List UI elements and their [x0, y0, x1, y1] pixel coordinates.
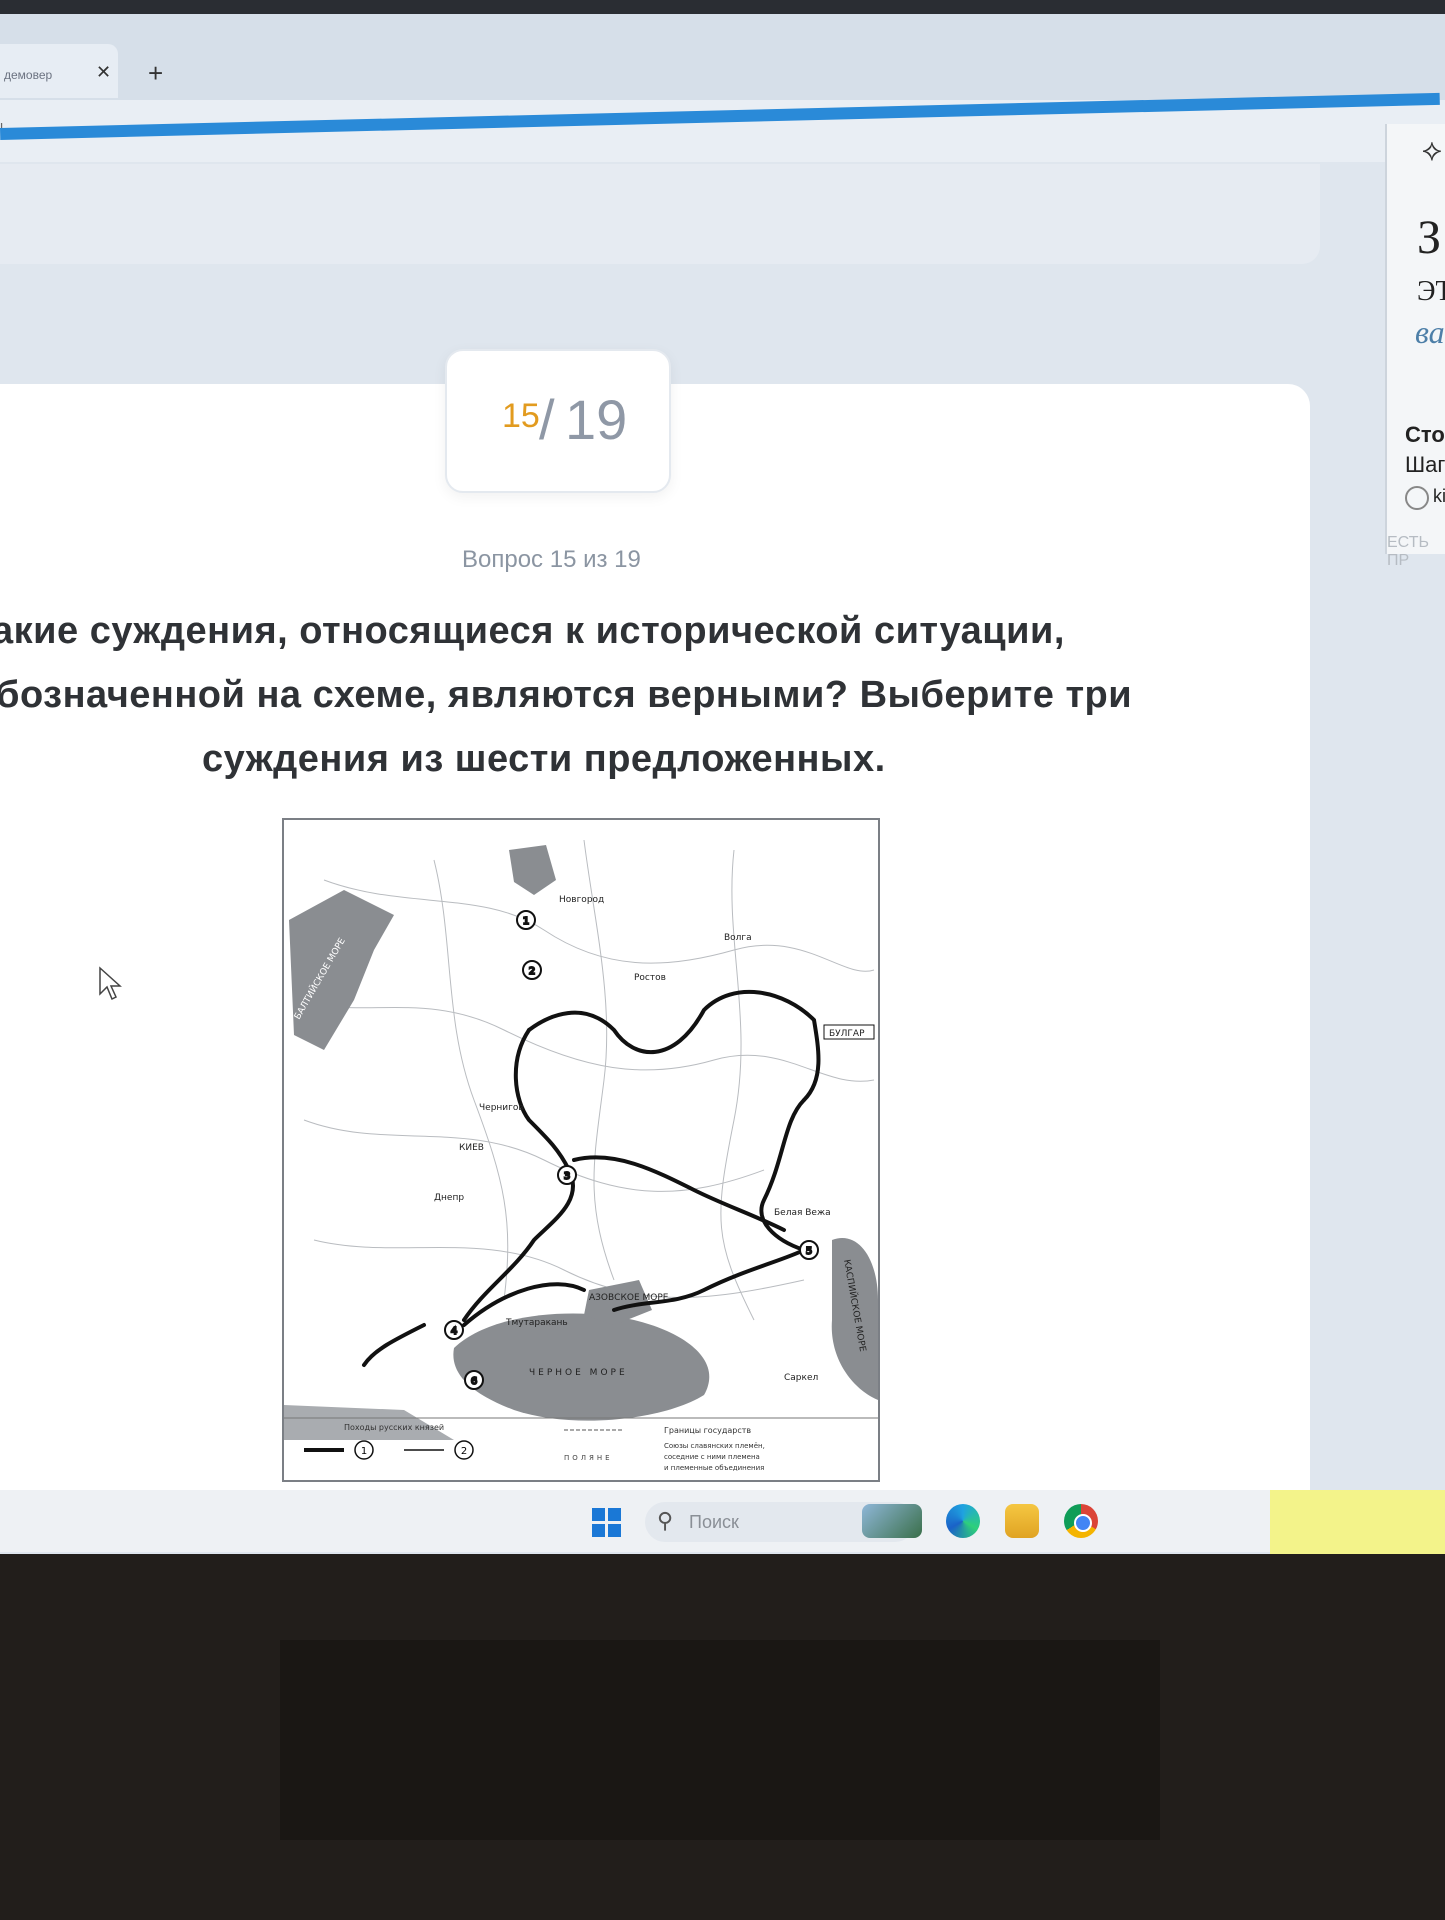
- header-band: [0, 164, 1320, 264]
- legend-tribe-sample: ПОЛЯНЕ: [564, 1454, 613, 1462]
- map-marker-label: 4: [451, 1326, 457, 1337]
- sidebar-heading: З: [1417, 211, 1442, 264]
- search-placeholder: Поиск: [689, 1512, 739, 1532]
- widgets-icon[interactable]: [862, 1504, 922, 1538]
- windows-taskbar: ⚲ Поиск: [0, 1490, 1445, 1552]
- search-icon: ⚲: [657, 1508, 674, 1533]
- legend-unions-2: соседние с ними племена: [664, 1453, 760, 1461]
- chrome-browser-icon[interactable]: [1064, 1504, 1098, 1538]
- legend-borders: Границы государств: [664, 1426, 751, 1435]
- legend-unions-3: и племенные объединения: [664, 1464, 764, 1472]
- tab-title: демовер: [4, 68, 53, 82]
- map-marker-label: 1: [523, 916, 529, 927]
- windows-start-icon[interactable]: [592, 1508, 622, 1538]
- legend-campaigns-title: Походы русских князей: [344, 1423, 444, 1432]
- question-counter: 15 / 19: [445, 349, 671, 493]
- side-panel: ⟡ З ЭТ ва Сто Шаг ki ЕСТЬ ПР: [1385, 124, 1445, 569]
- map-label-azov: АЗОВСКОЕ МОРЕ: [589, 1293, 669, 1303]
- mouse-cursor-icon: [99, 966, 122, 1001]
- tab-close-icon[interactable]: ✕: [96, 62, 111, 83]
- screen: демовер ✕ + l 15 / 19 Вопрос 15 из 19 ак…: [0, 14, 1445, 1554]
- sidebar-subheading: ЭТ: [1417, 276, 1445, 307]
- map-label-sarkel: Саркел: [784, 1373, 818, 1383]
- question-text-line-3: суждения из шести предложенных.: [202, 738, 886, 780]
- map-label-kiev: КИЕВ: [459, 1143, 484, 1153]
- map-label-tmutarakan: Тмутаракань: [505, 1318, 568, 1328]
- screen-glare: [1270, 1490, 1445, 1554]
- monitor-bezel: [0, 0, 1445, 14]
- map-lake: [509, 845, 556, 895]
- map-label-rostov: Ростов: [634, 973, 666, 983]
- sidebar-item-subtitle[interactable]: Шаг: [1405, 452, 1445, 478]
- counter-total: 19: [565, 388, 628, 451]
- browser-tab[interactable]: демовер ✕: [0, 44, 118, 98]
- question-text-line-1: акие суждения, относящиеся к историческо…: [0, 610, 1065, 652]
- legend-unions-1: Союзы славянских племён,: [664, 1442, 765, 1450]
- map-marker-label: 5: [806, 1246, 812, 1257]
- counter-current: 15: [502, 397, 540, 435]
- legend-marker-1: 1: [361, 1446, 367, 1457]
- map-legend: Походы русских князей 1 2 Границы госуда…: [284, 1417, 878, 1472]
- map-label-novgorod: Новгород: [559, 895, 604, 905]
- sidebar-item-meta: ki: [1433, 486, 1445, 506]
- map-svg: 1 2 3 4 5 6 БУЛГАР КИЕВ ЧЕРНОЕ МОРЕ КАСП…: [284, 839, 878, 1472]
- map-marker-label: 2: [529, 966, 535, 977]
- map-label-bulgar: БУЛГАР: [829, 1029, 865, 1039]
- historical-map: 1 2 3 4 5 6 БУЛГАР КИЕВ ЧЕРНОЕ МОРЕ КАСП…: [282, 818, 880, 1482]
- edge-browser-icon[interactable]: [946, 1504, 980, 1538]
- map-marker-label: 3: [564, 1171, 570, 1182]
- new-tab-button[interactable]: +: [148, 58, 163, 89]
- sidebar-script-text: ва: [1415, 314, 1445, 350]
- counter-slash: /: [539, 388, 555, 451]
- desk-shadow: [280, 1640, 1160, 1840]
- question-label: Вопрос 15 из 19: [462, 546, 641, 573]
- browser-tabbar: демовер ✕ +: [0, 14, 1445, 100]
- file-explorer-icon[interactable]: [1005, 1504, 1039, 1538]
- sidebar-item-title[interactable]: Сто: [1405, 422, 1445, 448]
- map-baltic-sea: [289, 890, 394, 1050]
- map-label-volga: Волга: [724, 933, 752, 943]
- map-label-belaya-vezha: Белая Вежа: [774, 1208, 831, 1218]
- question-text-line-2: бозначенной на схеме, являются верными? …: [0, 674, 1133, 716]
- map-label-black-sea: ЧЕРНОЕ МОРЕ: [529, 1368, 628, 1378]
- map-label-chernigov: Чернигов: [479, 1103, 524, 1113]
- sidebar-footnote: ЕСТЬ ПР: [1387, 534, 1429, 569]
- sidebar-badge-icon: [1405, 486, 1429, 510]
- map-label-dnepr: Днепр: [434, 1193, 464, 1203]
- map-marker-label: 6: [471, 1376, 477, 1387]
- sidebar-glyph-icon: ⟡: [1422, 134, 1442, 167]
- legend-marker-2: 2: [461, 1446, 467, 1457]
